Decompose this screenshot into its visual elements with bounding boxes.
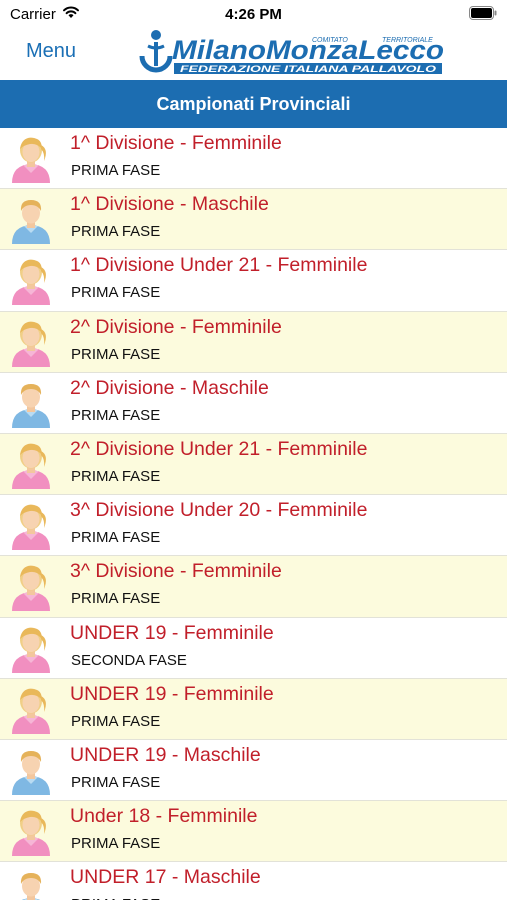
championship-title: 3^ Divisione - Femminile — [70, 560, 282, 583]
svg-text:COMITATO: COMITATO — [312, 37, 348, 44]
phase-label: PRIMA FASE — [71, 835, 161, 853]
list-item[interactable]: 1^ Divisione - Femminile PRIMA FASE — [0, 128, 507, 190]
male-user-icon — [8, 380, 54, 428]
male-user-icon — [8, 869, 54, 900]
phase-label: PRIMA FASE — [71, 712, 161, 730]
male-user-icon — [8, 196, 54, 245]
list-item[interactable]: 3^ Divisione Under 20 - Femminile PRIMA F… — [0, 495, 507, 557]
list-item[interactable]: 2^ Divisione - Maschile PRIMA FASE — [0, 373, 507, 434]
list-item[interactable]: 2^ Divisione - Femminile PRIMA FASE — [0, 311, 507, 373]
championship-title: 2^ Divisione - Femminile — [70, 315, 282, 338]
championship-list: 1^ Divisione - Femminile PRIMA FASE 1^ Di… — [0, 128, 507, 900]
list-item[interactable]: UNDER 19 - Femminile PRIMA FASE — [0, 678, 507, 740]
fipav-logo: MilanoMonzaLecco COMITATO TERRITORIALE F… — [136, 28, 446, 80]
phase-label: PRIMA FASE — [71, 773, 161, 791]
section-header: Campionati Provinciali — [0, 80, 507, 128]
phase-label: PRIMA FASE — [71, 406, 161, 424]
championship-title: 1^ Divisione Under 21 - Femminile — [70, 254, 368, 277]
list-item[interactable]: 1^ Divisione - Maschile PRIMA FASE — [0, 189, 507, 251]
list-item[interactable]: UNDER 17 - Maschile PRIMA FASE — [0, 862, 507, 900]
list-item[interactable]: 3^ Divisione - Femminile PRIMA FASE — [0, 556, 507, 618]
female-user-icon — [8, 441, 54, 489]
svg-text:TERRITORIALE: TERRITORIALE — [382, 37, 433, 44]
svg-text:FEDERAZIONE ITALIANA PALLAVOLO: FEDERAZIONE ITALIANA PALLAVOLO — [180, 64, 437, 75]
navigation-bar: Menu MilanoMonzaLecco COMITATO TERRITORI… — [0, 28, 507, 80]
female-user-icon — [8, 257, 54, 306]
list-item[interactable]: UNDER 19 - Maschile PRIMA FASE — [0, 740, 507, 802]
list-item[interactable]: Under 18 - Femminile PRIMA FASE — [0, 801, 507, 863]
championship-title: 2^ Divisione - Maschile — [70, 376, 269, 399]
phase-label: PRIMA FASE — [71, 590, 161, 608]
championship-title: 2^ Divisione Under 21 - Femminile — [70, 437, 368, 460]
list-item[interactable]: 1^ Divisione Under 21 - Femminile PRIMA F… — [0, 250, 507, 312]
female-user-icon — [8, 563, 54, 612]
list-item[interactable]: 2^ Divisione Under 21 - Femminile PRIMA F… — [0, 433, 507, 496]
championship-title: Under 18 - Femminile — [70, 805, 258, 828]
clock: 4:26 PM — [225, 6, 282, 23]
phase-label: PRIMA FASE — [71, 467, 161, 485]
championship-title: 1^ Divisione - Femminile — [70, 132, 282, 154]
list-item[interactable]: UNDER 19 - Femminile SECONDA FASE — [0, 618, 507, 679]
championship-title: UNDER 19 - Maschile — [70, 743, 261, 766]
menu-button[interactable]: Menu — [26, 40, 76, 63]
championship-title: 3^ Divisione Under 20 - Femminile — [70, 499, 368, 522]
phase-label: SECONDA FASE — [71, 651, 187, 669]
phase-label: PRIMA FASE — [71, 223, 161, 241]
phase-label: PRIMA FASE — [71, 345, 161, 363]
championship-title: UNDER 19 - Femminile — [70, 682, 274, 705]
battery-icon — [469, 6, 497, 20]
female-user-icon — [8, 135, 54, 183]
female-user-icon — [8, 808, 54, 857]
championship-title: UNDER 19 - Femminile — [70, 621, 274, 644]
female-user-icon — [8, 686, 54, 734]
phase-label: PRIMA FASE — [71, 162, 161, 179]
female-user-icon — [8, 319, 54, 367]
status-bar: Carrier 4:26 PM — [0, 0, 507, 28]
female-user-icon — [8, 502, 54, 551]
phase-label: PRIMA FASE — [71, 896, 160, 900]
volleyball-emblem-icon — [139, 30, 173, 73]
championship-title: UNDER 17 - Maschile — [70, 866, 261, 889]
phase-label: PRIMA FASE — [71, 529, 161, 547]
female-user-icon — [8, 625, 54, 673]
championship-title: 1^ Divisione - Maschile — [70, 193, 269, 216]
page-title: Campionati Provinciali — [156, 94, 351, 114]
phase-label: PRIMA FASE — [71, 284, 161, 302]
male-user-icon — [8, 747, 54, 795]
